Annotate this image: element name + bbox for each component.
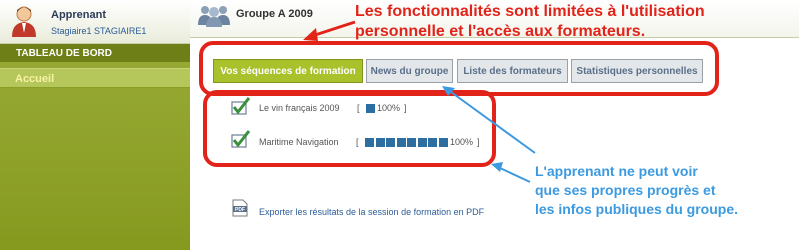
- annotation-ring-tabs: [199, 41, 719, 96]
- annotation-bottom-line: que ses propres progrès et: [535, 182, 716, 198]
- annotation-top-line: Les fonctionnalités sont limitées à l'ut…: [355, 3, 705, 20]
- svg-text:PDF: PDF: [235, 207, 245, 213]
- sidebar-item-accueil[interactable]: Accueil: [0, 68, 190, 88]
- group-users-icon: [198, 6, 230, 27]
- dashboard-title: TABLEAU DE BORD: [0, 44, 190, 62]
- annotation-bottom-line: L'apprenant ne peut voir: [535, 163, 698, 179]
- annotation-bottom: L'apprenant ne peut voir que ses propres…: [535, 162, 785, 219]
- user-name[interactable]: Stagiaire1 STAGIAIRE1: [51, 26, 146, 36]
- user-box: Apprenant Stagiaire1 STAGIAIRE1: [0, 0, 190, 44]
- pdf-icon: PDF: [232, 199, 248, 217]
- export-pdf-link[interactable]: Exporter les résultats de la session de …: [259, 207, 484, 217]
- annotation-top: Les fonctionnalités sont limitées à l'ut…: [355, 2, 795, 42]
- annotation-ring-progress: [203, 90, 496, 167]
- user-role: Apprenant: [51, 9, 106, 21]
- annotation-top-line: personnelle et l'accès aux formateurs.: [355, 23, 646, 40]
- annotation-bottom-line: les infos publiques du groupe.: [535, 201, 739, 217]
- user-avatar-icon: [12, 6, 36, 37]
- group-name: Groupe A 2009: [236, 8, 313, 20]
